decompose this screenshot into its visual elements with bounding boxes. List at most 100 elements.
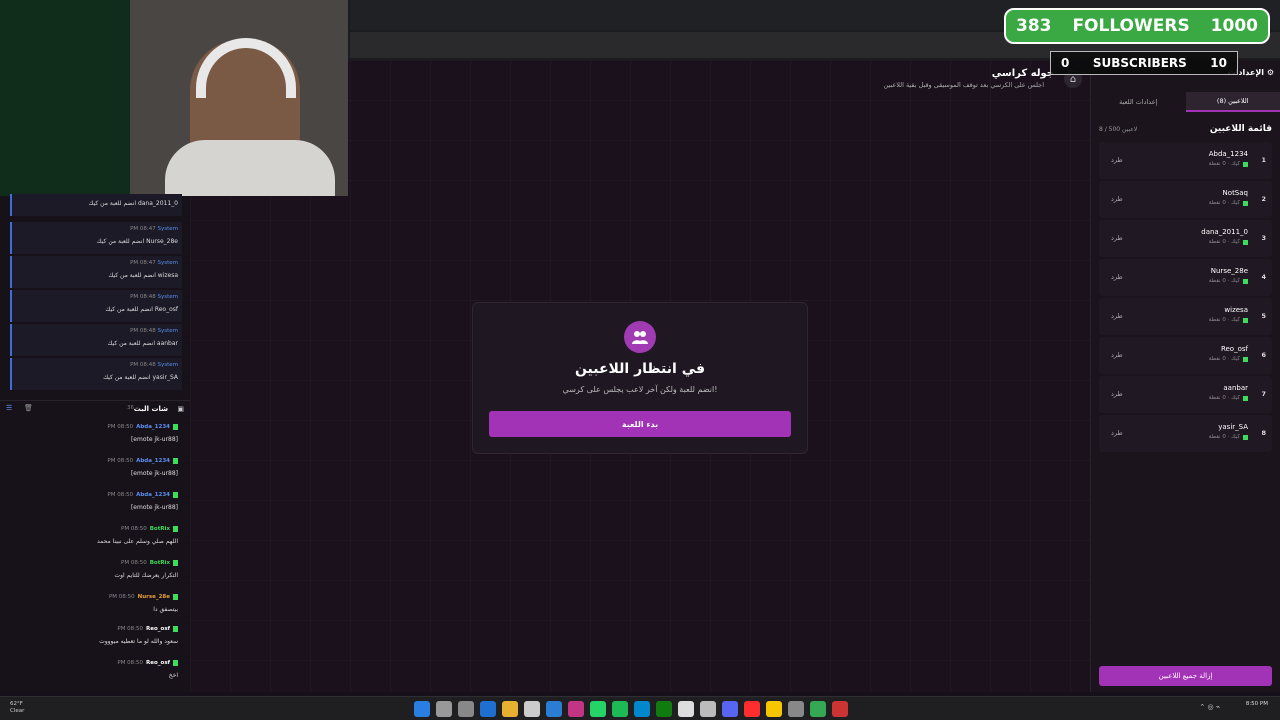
clock[interactable]: 8:50 PM (1246, 701, 1268, 708)
kick-platform-icon (1243, 278, 1248, 284)
taskbar-app-icon[interactable] (634, 701, 650, 717)
system-tray[interactable]: ⌃ ◎ ⌁ (1199, 703, 1220, 711)
taskbar-app-icon[interactable] (568, 701, 584, 717)
system-message-text: انضم للعبة من كيك wizesa (108, 272, 178, 279)
kick-badge-icon (173, 660, 178, 666)
followers-label: FOLLOWERS (1072, 16, 1190, 36)
taskbar-app-icon[interactable] (678, 701, 694, 717)
kick-button[interactable]: طرد (1111, 234, 1123, 242)
panel-tabs: إعدادات اللعبة اللاعبين (8) (1091, 92, 1280, 112)
taskbar-app-icon[interactable] (436, 701, 452, 717)
taskbar-app-icon[interactable] (700, 701, 716, 717)
clock-time: 8:50 PM (1245, 701, 1268, 707)
player-meta: كيك · 0 نقطة (1209, 278, 1248, 284)
player-number: 7 (1261, 390, 1266, 398)
taskbar-app-icon[interactable] (480, 701, 496, 717)
kick-platform-icon (1243, 317, 1248, 323)
kick-badge-icon (173, 424, 178, 430)
chat-message: PM 08:50 BotRix اللهم صلي وسلم على نبينا … (8, 526, 182, 558)
start-game-button[interactable]: بدء اللعبة (489, 411, 791, 437)
chat-message-text: سعود والله لو ما تعطيه ميوووت (99, 638, 178, 645)
system-message: PM 08:47 System انضم للعبة من كيك Nurse_… (10, 222, 182, 254)
chat-message-meta: PM 08:50 BotRix (121, 560, 178, 566)
kick-platform-icon (1243, 161, 1248, 167)
chat-header: ▣ شات البث 36 ☰ 🗑 (0, 400, 190, 416)
chat-count: 36 (127, 405, 134, 411)
kick-platform-icon (1243, 434, 1248, 440)
taskbar-app-icon[interactable] (502, 701, 518, 717)
taskbar-app-icon[interactable] (766, 701, 782, 717)
player-number: 2 (1261, 195, 1266, 203)
chat-message-meta: PM 08:50 Reo_osf (117, 626, 178, 632)
player-meta-text: كيك · 0 نقطة (1208, 239, 1240, 245)
player-name: Abda_1234 (1208, 150, 1248, 158)
tab-game-settings[interactable]: إعدادات اللعبة (1091, 92, 1186, 112)
chat-message-meta: PM 08:50 Abda_1234 (107, 492, 178, 498)
taskbar-app-icon[interactable] (810, 701, 826, 717)
taskbar-app-icon[interactable] (612, 701, 628, 717)
player-row: 3 dana_2011_0 كيك · 0 نقطة طرد (1099, 220, 1272, 257)
player-meta-text: كيك · 0 نقطة (1208, 356, 1240, 362)
taskbar-app-icon[interactable] (832, 701, 848, 717)
taskbar-apps (414, 701, 848, 717)
taskbar-app-icon[interactable] (656, 701, 672, 717)
player-meta-text: كيك · 0 نقطة (1208, 434, 1240, 440)
player-name: yasir_SA (1218, 423, 1248, 431)
chat-message: PM 08:50 BotRix التكرار يعرضك للتايم اوت (8, 560, 182, 592)
player-meta-text: كيك · 0 نقطة (1208, 278, 1240, 284)
player-number: 3 (1261, 234, 1266, 242)
taskbar-app-icon[interactable] (414, 701, 430, 717)
chat-username: Nurse_28e (137, 594, 170, 600)
system-message-meta: PM 08:47 System (130, 226, 178, 232)
player-name: dana_2011_0 (1201, 228, 1248, 236)
subscribers-current: 0 (1061, 56, 1070, 70)
kick-button[interactable]: طرد (1111, 273, 1123, 281)
list-icon[interactable]: ☰ (6, 404, 12, 412)
users-icon (624, 321, 656, 353)
player-name: Nurse_28e (1210, 267, 1248, 275)
taskbar-app-icon[interactable] (524, 701, 540, 717)
player-meta-text: كيك · 0 نقطة (1208, 317, 1240, 323)
players-list-title: قائمة اللاعبين (1209, 124, 1272, 134)
weather-temp: 62°F (10, 701, 23, 707)
kick-button[interactable]: طرد (1111, 390, 1123, 398)
player-row: 8 yasir_SA كيك · 0 نقطة طرد (1099, 415, 1272, 452)
chat-message-text: بيتصفق دا (153, 606, 178, 613)
system-message-text: انضم للعبة من كيك dana_2011_0 (88, 200, 178, 207)
kick-button[interactable]: طرد (1111, 195, 1123, 203)
kick-button[interactable]: طرد (1111, 156, 1123, 164)
player-name: aanbar (1223, 384, 1248, 392)
clear-all-players-button[interactable]: إزالة جميع اللاعبين (1099, 666, 1272, 686)
player-name: Reo_osf (1220, 345, 1248, 353)
taskbar-app-icon[interactable] (590, 701, 606, 717)
player-row: 2 NotSaq كيك · 0 نقطة طرد (1099, 181, 1272, 218)
chat-username: Abda_1234 (136, 424, 170, 430)
system-message-text: انضم للعبة من كيك aanbar (107, 340, 178, 347)
chat-message: PM 08:50 Abda_1234 [emote jk-ur88] (8, 492, 182, 524)
tab-players[interactable]: اللاعبين (8) (1185, 92, 1280, 112)
system-message: انضم للعبة من كيك dana_2011_0 (10, 194, 182, 216)
player-meta: كيك · 0 نقطة (1209, 317, 1248, 323)
chat-username: Reo_osf (146, 626, 170, 632)
kick-button[interactable]: طرد (1111, 429, 1123, 437)
taskbar-app-icon[interactable] (722, 701, 738, 717)
chat-message: PM 08:50 Reo_osf اخخ (8, 660, 182, 692)
taskbar-app-icon[interactable] (458, 701, 474, 717)
kick-button[interactable]: طرد (1111, 351, 1123, 359)
player-meta: كيك · 0 نقطة (1209, 239, 1248, 245)
kick-button[interactable]: طرد (1111, 312, 1123, 320)
taskbar-app-icon[interactable] (744, 701, 760, 717)
followers-goal-overlay: 383 FOLLOWERS 1000 (1004, 8, 1270, 44)
weather-widget[interactable]: 62°F Clear (10, 701, 24, 715)
system-message-meta: PM 08:48 System (130, 362, 178, 368)
chat-message-meta: PM 08:50 Nurse_28e (109, 594, 178, 600)
player-row: 6 Reo_osf كيك · 0 نقطة طرد (1099, 337, 1272, 374)
kick-platform-icon (1243, 200, 1248, 206)
kick-badge-icon (173, 594, 178, 600)
taskbar: 62°F Clear ⌃ ◎ ⌁ 8:50 PM (0, 696, 1280, 720)
taskbar-app-icon[interactable] (788, 701, 804, 717)
taskbar-app-icon[interactable] (546, 701, 562, 717)
trash-icon[interactable]: 🗑 (24, 404, 33, 412)
chat-message-meta: PM 08:50 Abda_1234 (107, 424, 178, 430)
player-name: NotSaq (1222, 189, 1248, 197)
